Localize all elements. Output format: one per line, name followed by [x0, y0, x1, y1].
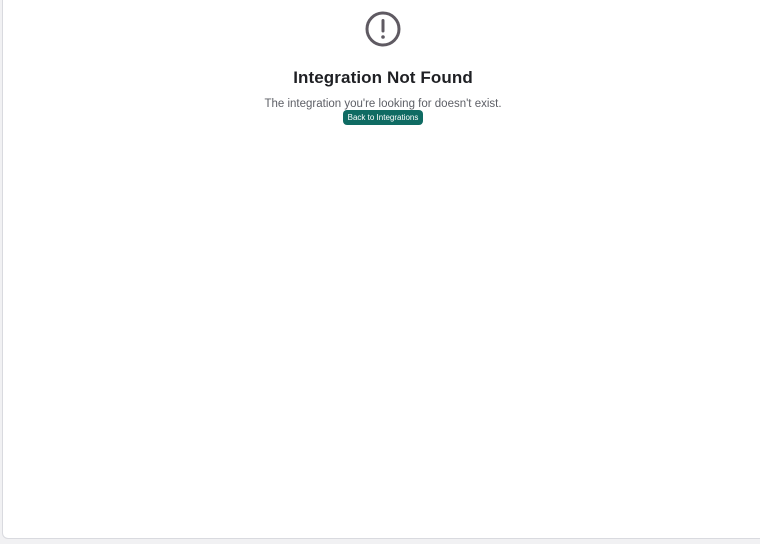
not-found-message: The integration you're looking for doesn…: [264, 97, 502, 110]
integration-not-found-view: Integration Not Found The integration yo…: [0, 0, 760, 544]
page-title: Integration Not Found: [293, 68, 473, 88]
back-to-integrations-button[interactable]: Back to Integrations: [343, 110, 423, 125]
alert-circle-icon: [365, 11, 401, 47]
